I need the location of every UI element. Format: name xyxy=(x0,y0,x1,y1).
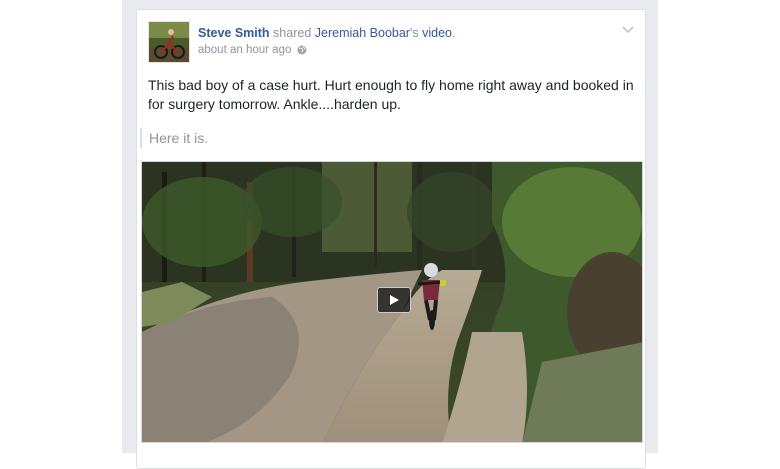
possessive-text: 's xyxy=(409,26,419,40)
author-name-link[interactable]: Steve Smith xyxy=(198,26,270,40)
shared-action-text: shared xyxy=(273,26,312,40)
story-headline: Steve Smith shared Jeremiah Boobar's vid… xyxy=(198,25,618,41)
feed-story: Steve Smith shared Jeremiah Boobar's vid… xyxy=(136,9,646,469)
video-thumbnail[interactable] xyxy=(141,161,643,443)
author-avatar[interactable] xyxy=(148,21,190,63)
shared-video-link[interactable]: video xyxy=(422,26,452,40)
shared-owner-link[interactable]: Jeremiah Boobar xyxy=(315,26,410,40)
timestamp-link[interactable]: about an hour ago xyxy=(198,43,291,57)
headline-period: . xyxy=(451,26,456,40)
shared-quote: Here it is. xyxy=(140,128,208,148)
chevron-down-icon[interactable] xyxy=(621,22,635,34)
play-button[interactable] xyxy=(377,287,411,313)
story-meta: about an hour ago xyxy=(198,43,307,57)
play-icon xyxy=(390,295,399,305)
globe-icon[interactable] xyxy=(297,45,307,55)
status-message: This bad boy of a case hurt. Hurt enough… xyxy=(148,77,634,112)
